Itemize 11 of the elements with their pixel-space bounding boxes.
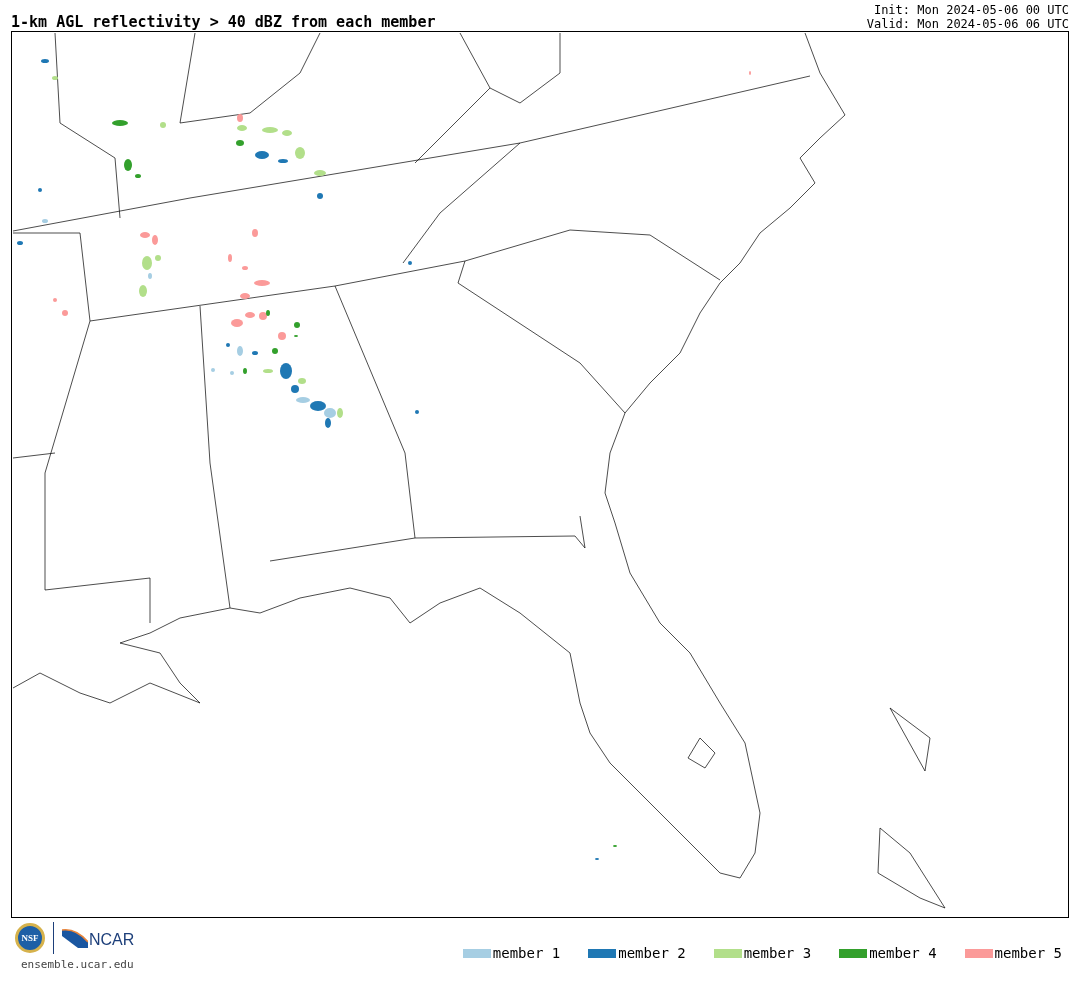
init-time: Init: Mon 2024-05-06 00 UTC: [872, 3, 1069, 17]
site-url: ensemble.ucar.edu: [20, 958, 135, 971]
legend-label: member 1: [492, 945, 561, 961]
valid-time: Valid: Mon 2024-05-06 06 UTC: [866, 17, 1069, 31]
legend-label: member 3: [743, 945, 812, 961]
chart-title: 1-km AGL reflectivity > 40 dBZ from each member: [11, 13, 436, 31]
legend-label: member 5: [994, 945, 1062, 961]
ncar-logo: NCAR: [62, 928, 135, 948]
legend-label: member 2: [618, 945, 686, 961]
seal-logo: NSF: [15, 923, 45, 953]
legend-label: member 4: [869, 945, 937, 961]
